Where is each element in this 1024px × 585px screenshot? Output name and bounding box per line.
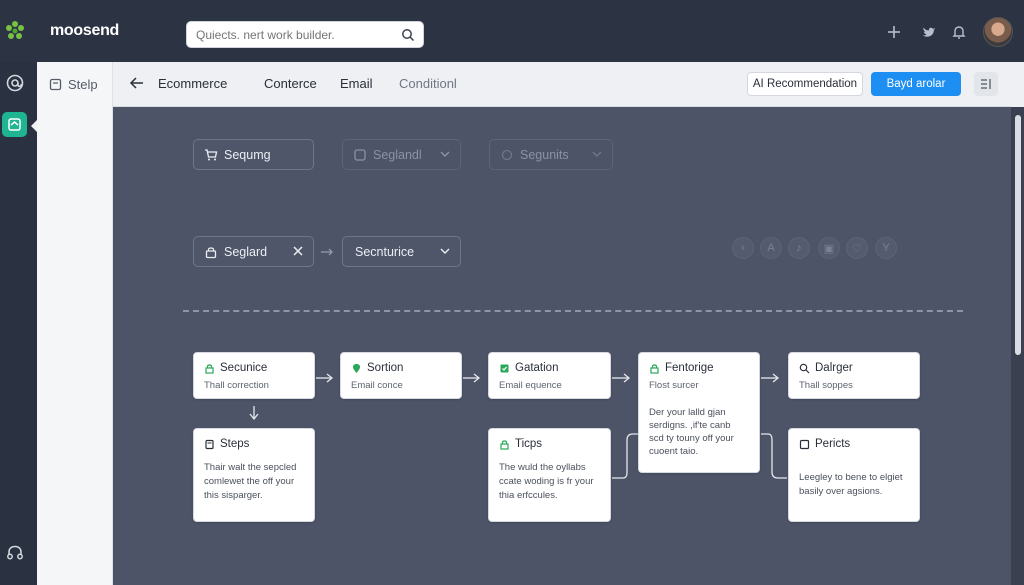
card-subtitle: Thall correction [204,380,269,391]
filter-sequence[interactable]: Sequmg [193,139,314,170]
card-subtitle: Flost surcer [649,380,699,391]
location-pin-icon [353,363,360,373]
twitter-icon[interactable] [921,24,937,40]
search-icon[interactable] [401,28,415,42]
card-body-line: Leegley to bene to elgiet [799,472,903,483]
heart-icon[interactable]: ♡ [846,237,868,259]
cart-icon [205,148,218,160]
primary-action-button[interactable]: Bayd arolar [871,72,961,96]
search-icon [799,363,810,373]
menu-button[interactable] [974,72,998,96]
workflow-card-gatation[interactable]: Gatation Email equence [488,352,611,399]
search-input[interactable] [196,27,396,43]
filter-label: Sequmg [224,147,271,162]
search-box[interactable] [186,21,424,48]
automation-nav-button[interactable] [2,112,27,137]
lock-icon [650,363,659,374]
workflow-card-ticps[interactable]: Ticps The wuld the oyllabs ccate woding … [488,428,611,522]
close-icon[interactable] [291,244,305,258]
user-avatar[interactable] [983,17,1013,47]
side-panel: Stelp [37,62,113,585]
workflow-card-steps[interactable]: Steps Thair walt the sepcled comlewet th… [193,428,315,522]
vertical-scrollbar[interactable] [1011,107,1024,585]
card-title: Dalrger [815,362,853,374]
filter-segment-chip[interactable]: Seglard [193,236,314,267]
workflow-card-pericts[interactable]: Pericts Leegley to bene to elgiet basily… [788,428,920,522]
headset-icon[interactable] [4,542,26,564]
chevron-down-icon [592,151,602,157]
card-title: Ticps [515,438,543,450]
lock-icon [205,246,217,258]
card-body-line: The wuld the oyllabs [499,462,586,473]
card-title: Sortion [367,362,404,374]
moosend-logo-icon [6,21,24,39]
card-subtitle: Email conce [351,380,403,391]
sidepanel-label: Stelp [68,77,98,92]
ai-recommendation-button[interactable]: AI Recommendation [747,72,863,96]
document-icon [205,439,214,449]
tab-conditional[interactable]: Conditionl [399,76,457,91]
lock-icon [205,363,214,374]
sidepanel-item-steps[interactable]: Stelp [49,77,98,92]
home-icon [8,118,21,131]
top-bar: moosend [0,0,1024,62]
card-subtitle: Thall soppes [799,380,853,391]
music-icon[interactable]: ♪ [788,237,810,259]
image-icon[interactable]: ▣ [818,237,840,259]
left-rail [0,62,37,585]
filter-label: Secnturice [355,244,415,259]
card-body-line: thia erfccules. [499,490,558,501]
chevron-down-icon [440,151,450,157]
card-body-line: ccate woding is fr your [499,476,594,487]
page-title: Ecommerce [158,76,228,91]
card-title: Gatation [515,362,559,374]
card-title: Steps [220,438,250,450]
filter-sentence-dropdown[interactable]: Secnturice [342,236,461,267]
card-body-line: comlewet the off your [204,476,295,487]
filter-label: Segunits [520,147,569,162]
segment-icon [501,149,513,160]
page-icon [49,78,62,91]
card-title: Secunice [220,362,268,374]
workflow-card-dalrger[interactable]: Dalrger Thall soppes [788,352,920,399]
chevron-down-icon [440,248,450,254]
builder-header: Ecommerce Conterce Email Conditionl AI R… [113,62,1011,107]
bell-icon[interactable] [951,24,967,40]
filter-segment-dropdown[interactable]: Seglandl [342,139,461,170]
list-settings-icon [981,79,991,89]
filter-icon[interactable]: Y [875,237,897,259]
header-edge [1011,62,1024,107]
card-title: Fentorige [665,362,714,374]
app-name: moosend [50,22,120,39]
card-title: Pericts [815,438,851,450]
arrow-right-icon [321,248,333,256]
plus-icon[interactable] [886,24,902,40]
filter-label: Seglandl [373,147,422,162]
chevron-left-icon[interactable]: ‹ [732,237,754,259]
card-body-line: cuoent taio. [649,446,699,457]
lock-icon [500,439,509,450]
workflow-card-sequence[interactable]: Secunice Thall correction [193,352,315,399]
at-sign-icon[interactable] [4,72,26,94]
card-body-line: this sisparger. [204,490,263,501]
card-subtitle: Email equence [499,380,562,391]
checkbox-icon [799,439,810,449]
text-icon[interactable]: A [760,237,782,259]
workflow-card-fentorige[interactable]: Fentorige Flost surcer Der your lalld gj… [638,352,760,473]
tag-icon [500,364,509,372]
workflow-card-sortion[interactable]: Sortion Email conce [340,352,462,399]
tab-conterce[interactable]: Conterce [264,76,317,91]
segment-icon [354,148,366,161]
card-body-line: basily over agsions. [799,486,883,497]
filter-label: Seglard [224,244,268,259]
tab-email[interactable]: Email [340,76,373,91]
card-body-line: Thair walt the sepcled [204,462,297,473]
back-arrow-icon[interactable] [129,75,145,91]
filter-segments-dropdown[interactable]: Segunits [489,139,613,170]
scroll-thumb[interactable] [1015,115,1021,355]
section-divider [183,310,963,312]
